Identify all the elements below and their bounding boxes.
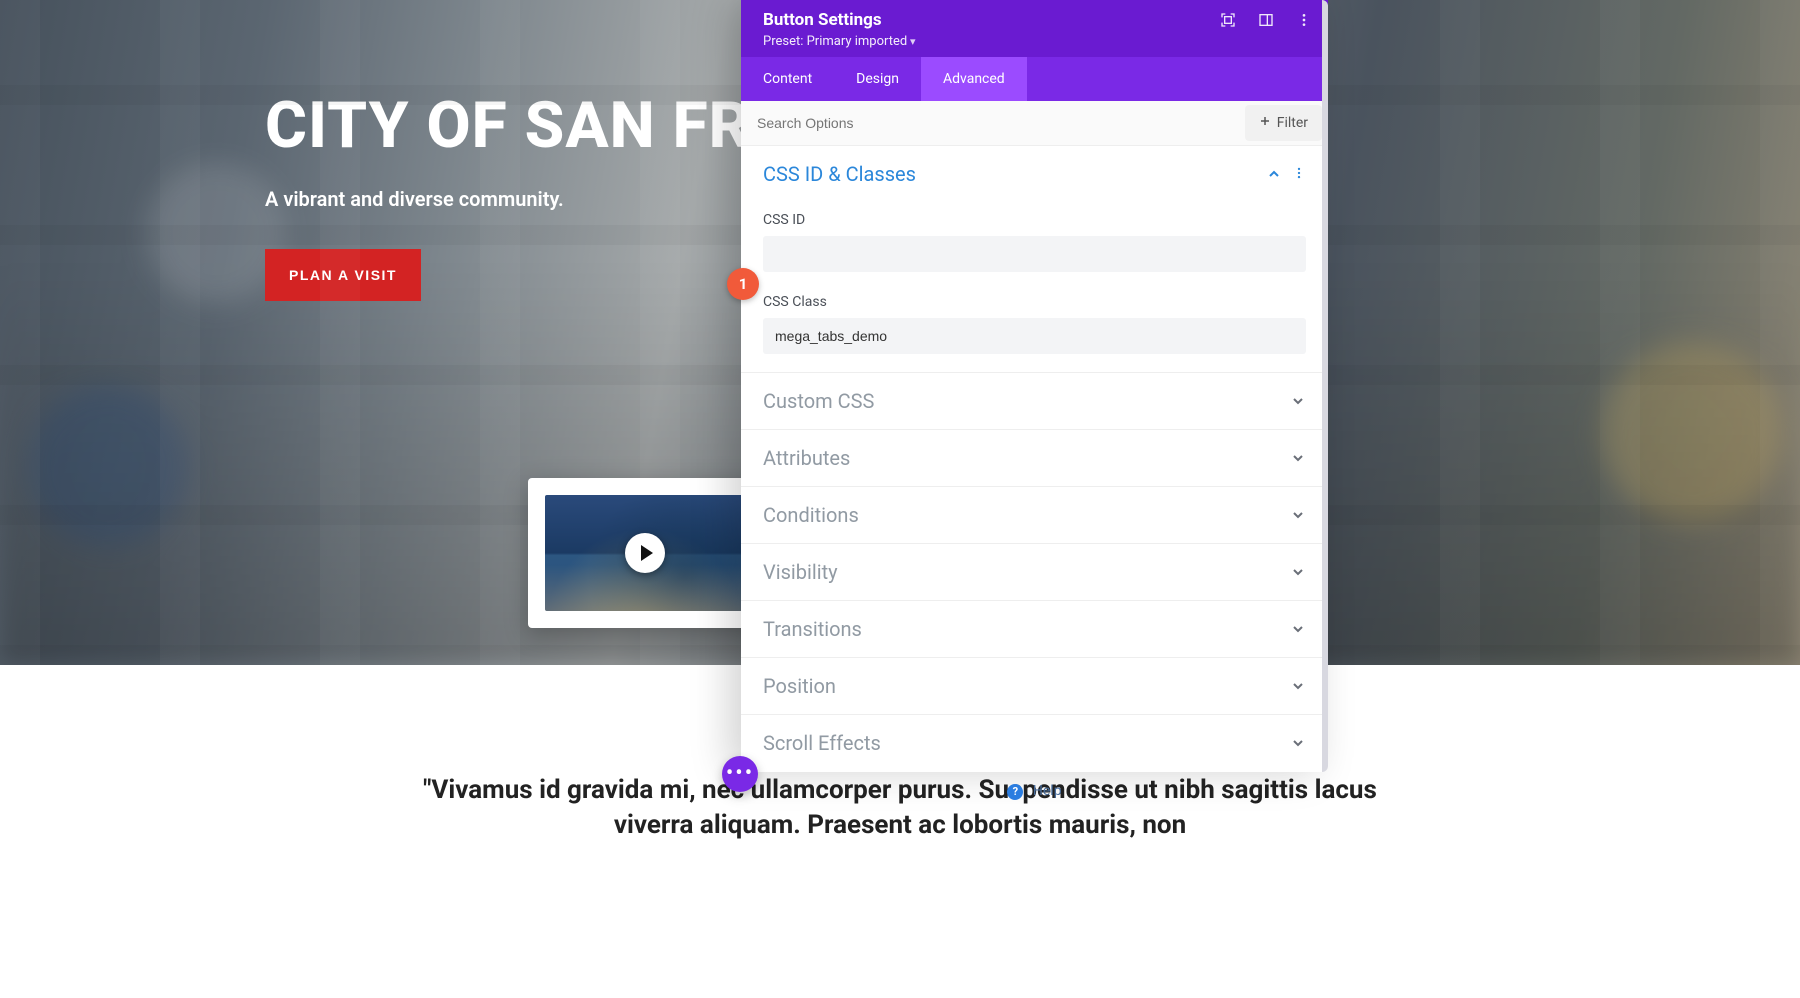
settings-panel: Button Settings Preset: Primary imported… [741, 0, 1328, 772]
section-head-custom-css[interactable]: Custom CSS [741, 373, 1328, 429]
search-input[interactable] [741, 101, 1239, 145]
section-head-scroll-effects[interactable]: Scroll Effects [741, 715, 1328, 771]
kebab-icon[interactable] [1292, 165, 1306, 184]
filter-button[interactable]: Filter [1245, 105, 1322, 141]
preset-dropdown[interactable]: Preset: Primary imported [763, 34, 1306, 49]
plus-icon [1259, 115, 1271, 131]
chevron-down-icon [1290, 735, 1306, 751]
chevron-down-icon [1290, 450, 1306, 466]
video-thumbnail[interactable] [545, 495, 745, 611]
chevron-up-icon [1266, 166, 1282, 182]
section-custom-css: Custom CSS [741, 373, 1328, 430]
section-head-transitions[interactable]: Transitions [741, 601, 1328, 657]
help-icon: ? [1007, 784, 1023, 800]
scrollbar[interactable] [1322, 0, 1328, 772]
more-button[interactable]: ••• [722, 756, 758, 792]
kebab-icon[interactable] [1296, 12, 1312, 28]
css-class-label: CSS Class [763, 294, 1306, 310]
section-head-attributes[interactable]: Attributes [741, 430, 1328, 486]
tabs: Content Design Advanced [741, 57, 1328, 101]
help-row[interactable]: ? Help [741, 771, 1328, 800]
expand-icon[interactable] [1220, 12, 1236, 28]
chevron-down-icon [1290, 678, 1306, 694]
plan-visit-button[interactable]: PLAN A VISIT [265, 249, 421, 301]
tab-content[interactable]: Content [741, 57, 834, 101]
section-title-conditions: Conditions [763, 503, 859, 527]
search-bar: Filter [741, 101, 1328, 146]
css-id-label: CSS ID [763, 212, 1306, 228]
panel-header: Button Settings Preset: Primary imported [741, 0, 1328, 57]
dock-icon[interactable] [1258, 12, 1274, 28]
section-conditions: Conditions [741, 487, 1328, 544]
section-title-custom-css: Custom CSS [763, 389, 874, 413]
section-title-position: Position [763, 674, 836, 698]
chevron-down-icon [1290, 507, 1306, 523]
section-title-visibility: Visibility [763, 560, 838, 584]
chevron-down-icon [1290, 621, 1306, 637]
section-transitions: Transitions [741, 601, 1328, 658]
tab-advanced[interactable]: Advanced [921, 57, 1027, 101]
css-id-input[interactable] [763, 236, 1306, 272]
section-head-css-id-classes[interactable]: CSS ID & Classes [741, 146, 1328, 202]
section-head-visibility[interactable]: Visibility [741, 544, 1328, 600]
section-attributes: Attributes [741, 430, 1328, 487]
section-head-position[interactable]: Position [741, 658, 1328, 714]
section-scroll-effects: Scroll Effects [741, 715, 1328, 771]
filter-label: Filter [1277, 115, 1308, 131]
annotation-1: 1 [727, 268, 759, 300]
section-visibility: Visibility [741, 544, 1328, 601]
help-label: Help [1033, 783, 1062, 799]
section-head-conditions[interactable]: Conditions [741, 487, 1328, 543]
section-title-transitions: Transitions [763, 617, 862, 641]
section-position: Position [741, 658, 1328, 715]
section-title-attributes: Attributes [763, 446, 850, 470]
tab-design[interactable]: Design [834, 57, 921, 101]
section-title-scroll-effects: Scroll Effects [763, 731, 881, 755]
css-class-input[interactable] [763, 318, 1306, 354]
play-icon[interactable] [625, 533, 665, 573]
chevron-down-icon [1290, 564, 1306, 580]
section-css-id-classes: CSS ID & Classes CSS ID CSS Class [741, 146, 1328, 373]
section-title-css-id-classes: CSS ID & Classes [763, 162, 916, 186]
chevron-down-icon [1290, 393, 1306, 409]
